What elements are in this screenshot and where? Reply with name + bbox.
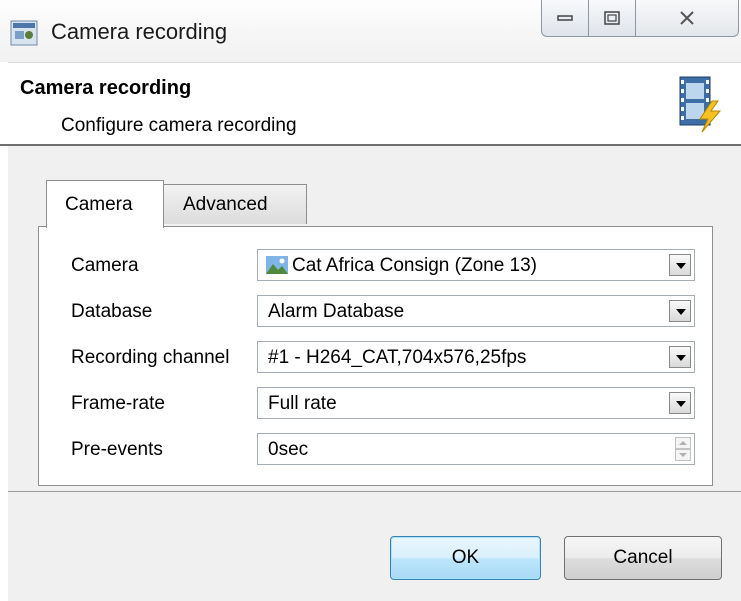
close-icon — [680, 11, 694, 25]
chevron-down-icon[interactable] — [669, 346, 691, 368]
pre-events-value: 0sec — [268, 439, 309, 460]
header-subtitle: Configure camera recording — [61, 115, 297, 136]
header-title: Camera recording — [20, 77, 192, 99]
chevron-down-icon[interactable] — [669, 300, 691, 322]
minimize-button[interactable] — [541, 0, 589, 37]
film-lightning-icon — [674, 75, 726, 133]
window-title: Camera recording — [51, 19, 228, 44]
frame-rate-label: Frame-rate — [71, 393, 165, 414]
minimize-icon — [557, 15, 573, 21]
pre-events-stepper[interactable]: 0sec — [257, 433, 695, 465]
dialog-body: Camera Advanced Camera Cat Africa Consig… — [8, 146, 741, 491]
ok-button[interactable]: OK — [390, 536, 541, 580]
camera-label: Camera — [71, 255, 139, 276]
cancel-button[interactable]: Cancel — [564, 536, 722, 580]
tab-advanced[interactable]: Advanced — [163, 184, 307, 224]
spinner-control — [675, 437, 691, 461]
database-label: Database — [71, 301, 153, 322]
spin-up-icon[interactable] — [675, 437, 691, 449]
camera-landscape-icon — [266, 256, 288, 279]
database-select[interactable]: Alarm Database — [257, 295, 695, 327]
recording-channel-value: #1 - H264_CAT,704x576,25fps — [268, 347, 527, 368]
window-controls — [541, 0, 741, 38]
camera-select[interactable]: Cat Africa Consign (Zone 13) — [257, 249, 695, 281]
recording-channel-label: Recording channel — [71, 347, 230, 368]
spin-down-icon[interactable] — [675, 449, 691, 461]
maximize-button[interactable] — [588, 0, 636, 37]
camera-value: Cat Africa Consign (Zone 13) — [292, 255, 538, 276]
app-icon — [10, 20, 38, 46]
title-bar: Camera recording — [0, 0, 741, 62]
database-value: Alarm Database — [268, 301, 405, 322]
dialog-header: Camera recording Configure camera record… — [8, 62, 741, 145]
chevron-down-icon[interactable] — [669, 392, 691, 414]
frame-rate-value: Full rate — [268, 393, 337, 414]
camera-tab-panel: Camera Cat Africa Consign (Zone 13) Data… — [38, 226, 713, 486]
recording-channel-select[interactable]: #1 - H264_CAT,704x576,25fps — [257, 341, 695, 373]
chevron-down-icon[interactable] — [669, 254, 691, 276]
close-button[interactable] — [635, 0, 739, 37]
frame-rate-select[interactable]: Full rate — [257, 387, 695, 419]
tab-camera[interactable]: Camera — [46, 180, 164, 228]
dialog-footer: OK Cancel — [8, 492, 741, 601]
pre-events-label: Pre-events — [71, 439, 163, 460]
maximize-icon — [604, 11, 620, 25]
